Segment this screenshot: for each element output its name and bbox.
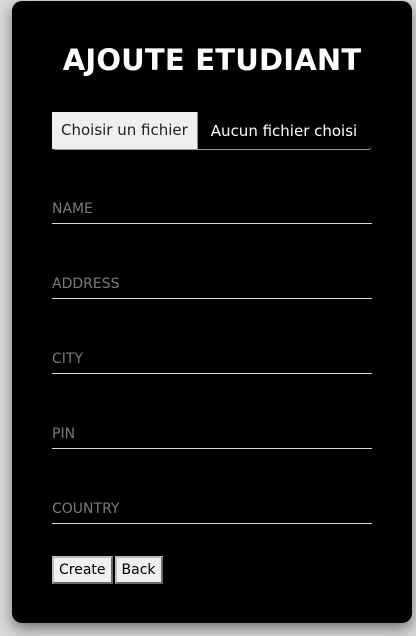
file-picker: Choisir un fichier Aucun fichier choisi: [52, 112, 372, 150]
form-actions: Create Back: [52, 556, 163, 584]
file-status-label: Aucun fichier choisi: [210, 121, 358, 140]
form-title: AJOUTE ETUDIANT: [62, 43, 362, 77]
back-button[interactable]: Back: [114, 556, 163, 584]
student-form-card: AJOUTE ETUDIANT Choisir un fichier Aucun…: [12, 1, 412, 623]
name-input[interactable]: [52, 194, 372, 224]
pin-input[interactable]: [52, 419, 372, 449]
country-input[interactable]: [52, 494, 372, 524]
choose-file-button[interactable]: Choisir un fichier: [52, 112, 198, 149]
city-input[interactable]: [52, 344, 372, 374]
address-input[interactable]: [52, 269, 372, 299]
create-button[interactable]: Create: [52, 556, 113, 584]
